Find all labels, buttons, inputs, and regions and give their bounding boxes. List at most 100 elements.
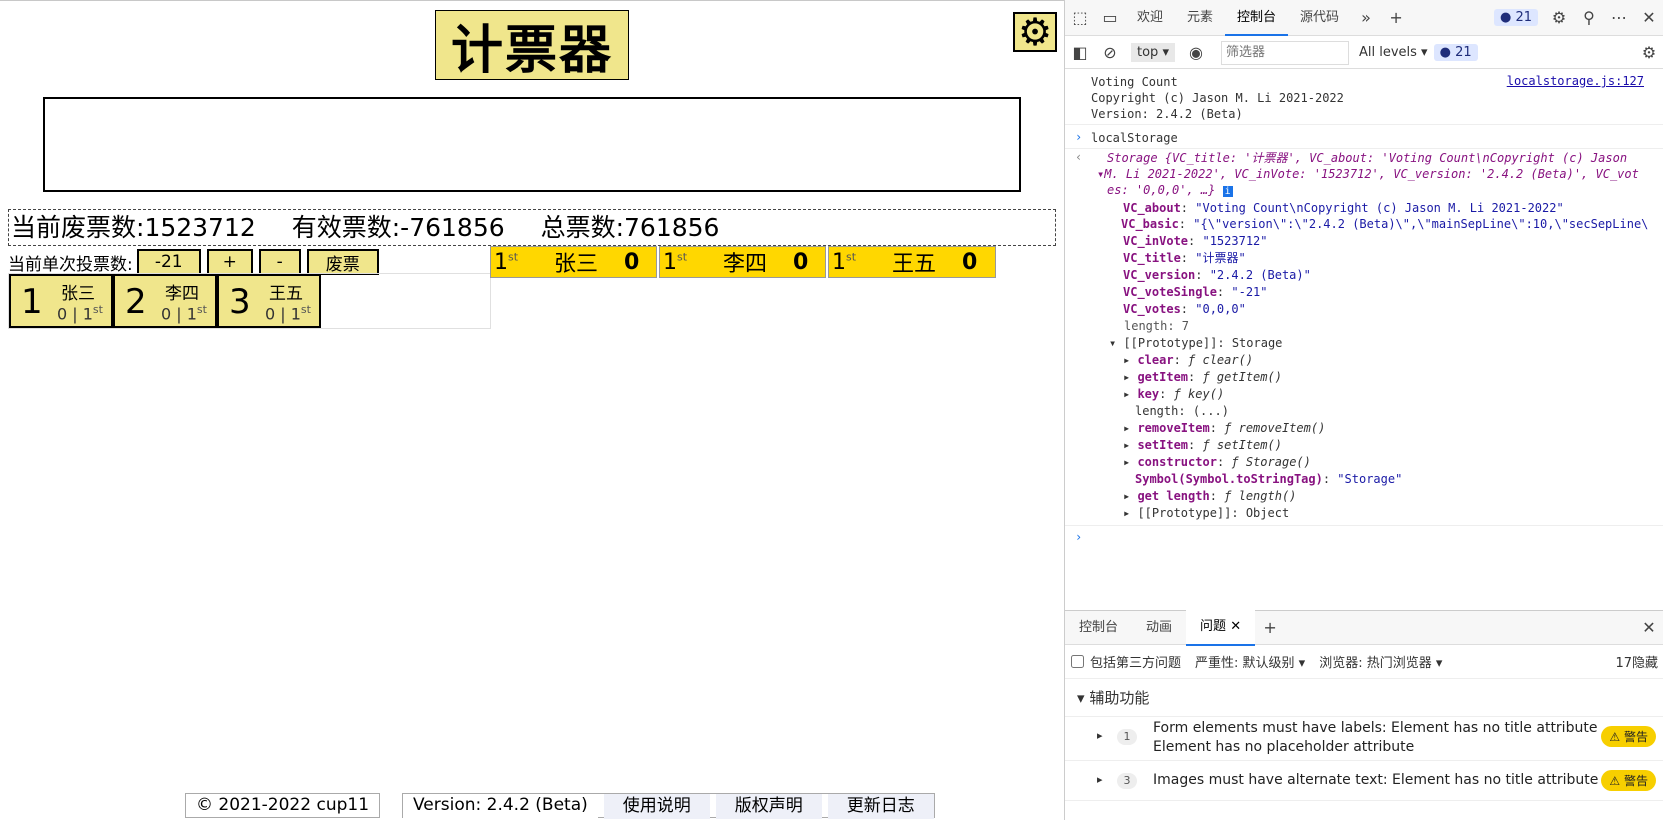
ranking-chip: 1st 张三 0 bbox=[490, 246, 657, 278]
proto-item[interactable]: ▸ removeItem: ƒ removeItem() bbox=[1123, 420, 1325, 436]
close-icon[interactable]: ✕ bbox=[1634, 3, 1663, 33]
total-votes-value: 761856 bbox=[624, 213, 720, 242]
log-levels-value: All levels bbox=[1358, 45, 1417, 60]
storage-summary[interactable]: ▾M. Li 2021-2022', VC_inVote: '1523712',… bbox=[1097, 166, 1639, 182]
prototype-text: [[Prototype]]: Storage bbox=[1123, 336, 1283, 350]
proto-value: ƒ Storage() bbox=[1231, 455, 1311, 469]
filter-input[interactable] bbox=[1220, 40, 1349, 65]
proto-item[interactable]: ▸ [[Prototype]]: Object bbox=[1123, 505, 1289, 521]
ranking-votes: 0 bbox=[624, 249, 640, 275]
issue-row[interactable]: ▸ 3 Images must have alternate text: Ele… bbox=[1065, 761, 1663, 801]
prototype-node[interactable]: ▾ [[Prototype]]: Storage bbox=[1109, 335, 1282, 351]
tab-elements[interactable]: 元素 bbox=[1175, 0, 1225, 36]
storage-summary: es: '0,0,0', …} i bbox=[1107, 182, 1233, 200]
increase-button[interactable]: + bbox=[206, 249, 253, 275]
storage-entry: VC_basic: "{\"version\":\"2.4.2 (Beta)\"… bbox=[1121, 217, 1649, 231]
drawer-tab-animation[interactable]: 动画 bbox=[1132, 611, 1186, 645]
proto-value: "Storage" bbox=[1337, 472, 1403, 486]
close-tab-icon[interactable]: ✕ bbox=[1230, 619, 1241, 634]
expand-triangle-icon[interactable]: ▾ bbox=[1109, 336, 1123, 350]
tab-sources[interactable]: 源代码 bbox=[1288, 0, 1351, 36]
tab-console[interactable]: 控制台 bbox=[1225, 0, 1289, 36]
candidate-panel: 1 张三 0 | 1st 2 李四 0 | 1st 3 王五 0 | 1st bbox=[8, 273, 491, 329]
issues-badge[interactable]: ● 21 bbox=[1493, 9, 1538, 26]
connect-icon[interactable]: ⚲ bbox=[1574, 3, 1604, 33]
entry-key: VC_votes bbox=[1123, 302, 1181, 316]
proto-item[interactable]: length: (...) bbox=[1135, 403, 1229, 419]
add-tab-icon[interactable]: + bbox=[1381, 3, 1411, 33]
version-text: Version: 2.4.2 (Beta) bbox=[403, 794, 598, 819]
more-tabs-icon[interactable]: » bbox=[1351, 3, 1381, 33]
invalid-vote-button[interactable]: 废票 bbox=[306, 249, 379, 275]
sidebar-toggle-icon[interactable]: ◧ bbox=[1065, 38, 1095, 68]
candidate-card[interactable]: 3 王五 0 | 1st bbox=[217, 274, 321, 328]
ranking-votes: 0 bbox=[793, 249, 809, 275]
browser-select[interactable]: 浏览器: 热门浏览器 ▾ bbox=[1319, 652, 1442, 671]
hidden-count: 17隐藏 bbox=[1615, 656, 1658, 671]
console-settings-icon[interactable]: ⚙ bbox=[1634, 38, 1663, 68]
toolbar-issues-badge[interactable]: ● 21 bbox=[1433, 44, 1478, 61]
severity-select[interactable]: 严重性: 默认级别 ▾ bbox=[1195, 652, 1305, 671]
storage-summary-text: es: '0,0,0', …} bbox=[1107, 183, 1216, 197]
copyright-link[interactable]: 版权声明 bbox=[715, 794, 822, 819]
proto-item[interactable]: ▸ getItem: ƒ getItem() bbox=[1123, 369, 1282, 385]
rank-number: 1 bbox=[494, 249, 508, 275]
issue-row[interactable]: ▸ 1 Form elements must have labels: Elem… bbox=[1065, 717, 1663, 761]
candidate-card[interactable]: 1 张三 0 | 1st bbox=[9, 274, 113, 328]
rank-suffix: st bbox=[846, 250, 857, 264]
rank: 1st bbox=[663, 250, 723, 275]
context-select[interactable]: top ▾ bbox=[1131, 43, 1175, 62]
candidate-card[interactable]: 2 李四 0 | 1st bbox=[113, 274, 217, 328]
proto-item[interactable]: ▸ constructor: ƒ Storage() bbox=[1123, 454, 1311, 470]
entry-value: "计票器" bbox=[1195, 251, 1246, 265]
proto-item[interactable]: ▸ key: ƒ key() bbox=[1123, 386, 1224, 402]
issue-text: Images must have alternate text: Element… bbox=[1153, 771, 1598, 790]
storage-entry: VC_voteSingle: "-21" bbox=[1123, 285, 1268, 299]
single-vote-input[interactable] bbox=[136, 249, 201, 275]
tab-welcome[interactable]: 欢迎 bbox=[1125, 0, 1175, 36]
log-levels-select[interactable]: All levels ▾ bbox=[1359, 45, 1428, 60]
total-votes: 总票数:761856 bbox=[541, 213, 720, 242]
source-link[interactable]: localstorage.js:127 bbox=[1507, 74, 1644, 88]
device-toolbar-icon[interactable]: ▭ bbox=[1095, 3, 1125, 33]
invalid-votes-label: 当前废票数: bbox=[11, 213, 145, 242]
entry-key: VC_title bbox=[1123, 251, 1181, 265]
ranking-name: 张三 bbox=[554, 252, 599, 277]
usage-link[interactable]: 使用说明 bbox=[603, 794, 710, 819]
entry-key: VC_version bbox=[1123, 268, 1196, 282]
console-prompt-icon[interactable]: › bbox=[1075, 530, 1082, 544]
console-output: Voting Count Copyright (c) Jason M. Li 2… bbox=[1065, 70, 1663, 610]
storage-summary-text: M. Li 2021-2022', VC_inVote: '1523712', … bbox=[1104, 167, 1639, 181]
proto-item[interactable]: ▸ clear: ƒ clear() bbox=[1123, 352, 1253, 368]
valid-votes: 有效票数:-761856 bbox=[292, 213, 505, 242]
invalid-votes-value: 1523712 bbox=[144, 213, 256, 242]
clear-console-icon[interactable]: ⊘ bbox=[1095, 38, 1125, 68]
changelog-link[interactable]: 更新日志 bbox=[827, 794, 934, 819]
candidate-score: 0 | 1st bbox=[57, 303, 103, 323]
main-display-area bbox=[43, 97, 1021, 192]
drawer-tab-console[interactable]: 控制台 bbox=[1065, 611, 1132, 645]
issues-section[interactable]: ▾ 辅助功能 bbox=[1065, 679, 1663, 717]
issue-text: Form elements must have labels: Element … bbox=[1153, 719, 1597, 757]
settings-button[interactable]: ⚙ bbox=[1013, 12, 1057, 52]
inspect-icon[interactable]: ⬚ bbox=[1065, 3, 1095, 33]
more-options-icon[interactable]: ⋯ bbox=[1604, 3, 1634, 33]
proto-value: ƒ length() bbox=[1224, 489, 1297, 503]
eye-icon[interactable]: ◉ bbox=[1181, 38, 1211, 68]
add-drawer-tab-icon[interactable]: + bbox=[1255, 613, 1285, 643]
third-party-checkbox[interactable] bbox=[1071, 655, 1084, 668]
rank-number: 1 bbox=[832, 249, 846, 275]
decrease-button[interactable]: - bbox=[258, 249, 301, 275]
proto-item[interactable]: ▸ setItem: ƒ setItem() bbox=[1123, 437, 1282, 453]
proto-key: getItem bbox=[1137, 370, 1189, 384]
proto-key: Symbol(Symbol.toStringTag) bbox=[1135, 472, 1323, 486]
third-party-label: 包括第三方问题 bbox=[1090, 656, 1182, 671]
candidate-name: 张三 bbox=[61, 284, 95, 304]
settings-gear-icon[interactable]: ⚙ bbox=[1544, 3, 1574, 33]
issues-count: 21 bbox=[1515, 10, 1532, 25]
proto-key: constructor bbox=[1137, 455, 1217, 469]
close-drawer-icon[interactable]: ✕ bbox=[1634, 613, 1663, 643]
drawer-tab-issues[interactable]: 问题 ✕ bbox=[1186, 609, 1256, 646]
proto-item[interactable]: ▸ get length: ƒ length() bbox=[1123, 488, 1296, 504]
proto-value: ƒ getItem() bbox=[1202, 370, 1282, 384]
